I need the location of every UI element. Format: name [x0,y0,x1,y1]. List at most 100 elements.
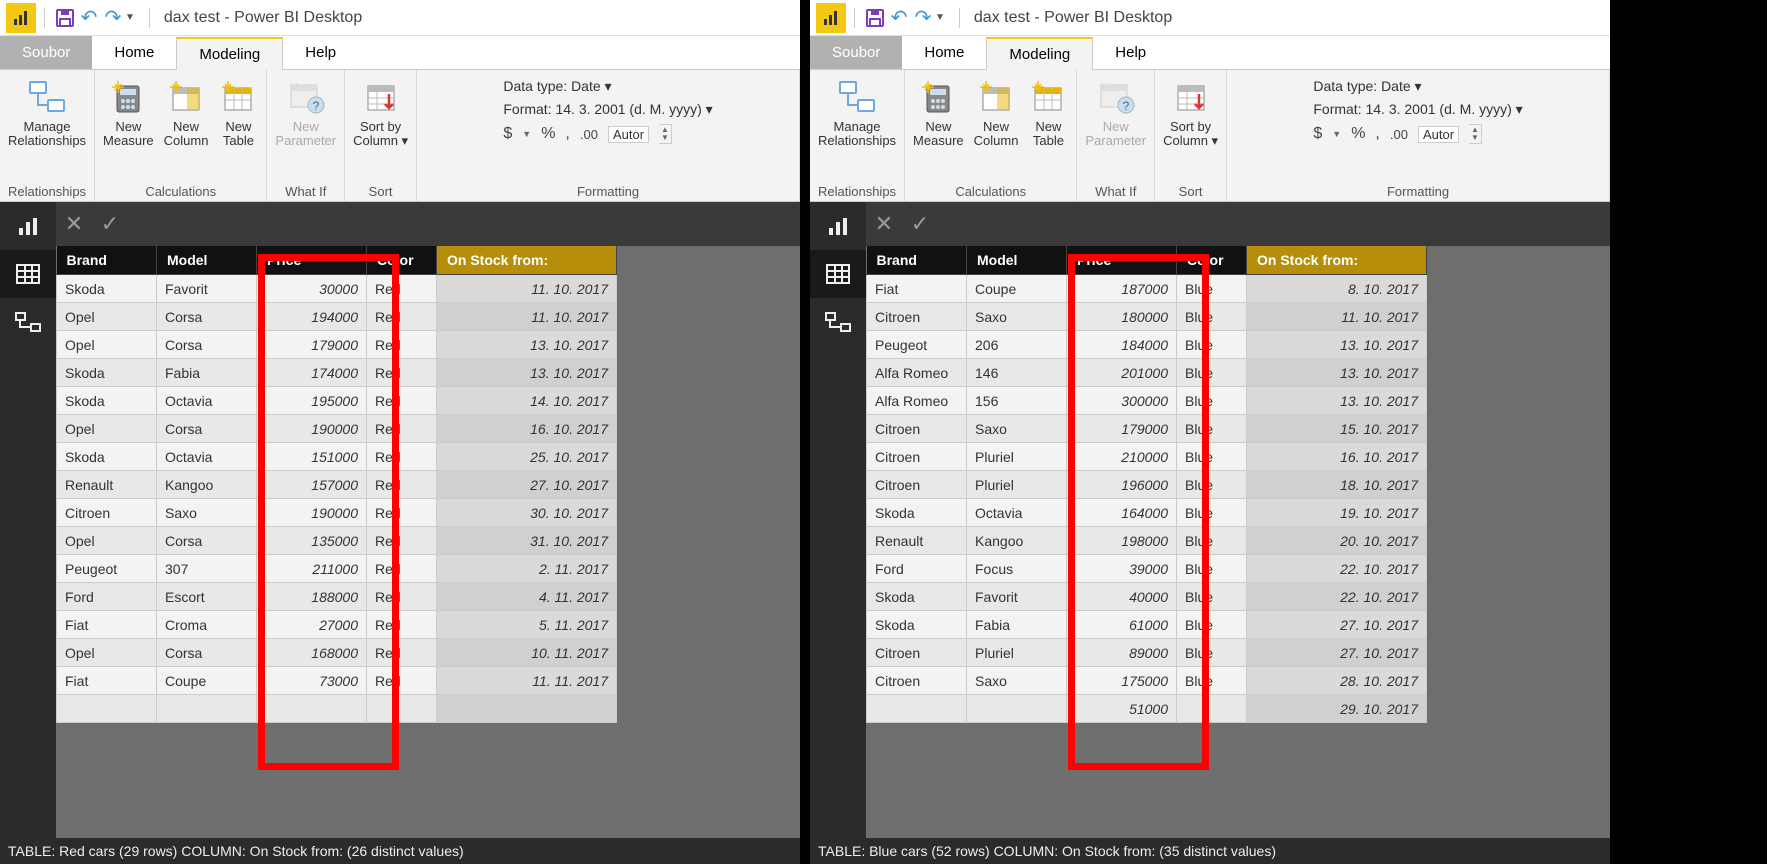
table-cell[interactable]: 179000 [257,331,367,359]
table-cell[interactable]: Peugeot [57,555,157,583]
table-cell[interactable]: 13. 10. 2017 [437,331,617,359]
table-cell[interactable]: 13. 10. 2017 [1247,387,1427,415]
data-type-selector[interactable]: Data type: Date ▾ [1313,78,1522,95]
formula-accept-button[interactable]: ✓ [92,202,128,246]
table-cell[interactable]: Red [367,667,437,695]
format-selector[interactable]: Format: 14. 3. 2001 (d. M. yyyy) ▾ [1313,101,1522,118]
table-row[interactable]: SkodaOctavia195000Red14. 10. 2017 [57,387,617,415]
table-cell[interactable]: Blue [1177,415,1247,443]
table-cell[interactable]: Citroen [867,639,967,667]
table-cell[interactable]: 16. 10. 2017 [1247,443,1427,471]
table-cell[interactable]: Red [367,275,437,303]
table-cell[interactable]: 30000 [257,275,367,303]
nav-report[interactable] [810,202,866,250]
table-cell[interactable]: Skoda [57,387,157,415]
table-cell[interactable]: 164000 [1067,499,1177,527]
table-row[interactable]: Alfa Romeo146201000Blue13. 10. 2017 [867,359,1427,387]
table-cell[interactable]: 135000 [257,527,367,555]
table-cell[interactable]: 198000 [1067,527,1177,555]
table-row[interactable]: Alfa Romeo156300000Blue13. 10. 2017 [867,387,1427,415]
table-cell[interactable]: 11. 10. 2017 [437,303,617,331]
table-cell[interactable]: Coupe [157,667,257,695]
table-cell[interactable]: Blue [1177,639,1247,667]
table-cell[interactable]: 73000 [257,667,367,695]
table-row[interactable]: FiatCoupe73000Red11. 11. 2017 [57,667,617,695]
data-type-selector[interactable]: Data type: Date ▾ [503,78,712,95]
table-row[interactable]: OpelCorsa190000Red16. 10. 2017 [57,415,617,443]
table-cell[interactable] [1177,695,1247,723]
table-cell[interactable]: 188000 [257,583,367,611]
table-cell[interactable]: 61000 [1067,611,1177,639]
save-button[interactable] [53,8,77,28]
nav-report[interactable] [0,202,56,250]
table-cell[interactable]: 29. 10. 2017 [1247,695,1427,723]
format-selector[interactable]: Format: 14. 3. 2001 (d. M. yyyy) ▾ [503,101,712,118]
table-cell[interactable]: Saxo [967,667,1067,695]
table-cell[interactable] [967,695,1067,723]
formula-input[interactable] [128,209,800,239]
table-row[interactable]: CitroenPluriel196000Blue18. 10. 2017 [867,471,1427,499]
table-cell[interactable]: 5. 11. 2017 [437,611,617,639]
table-cell[interactable]: Octavia [157,387,257,415]
table-cell[interactable]: 175000 [1067,667,1177,695]
table-cell[interactable]: 168000 [257,639,367,667]
table-cell[interactable]: 201000 [1067,359,1177,387]
table-cell[interactable]: Blue [1177,555,1247,583]
table-cell[interactable]: 211000 [257,555,367,583]
redo-button[interactable]: ↷ [911,5,935,30]
table-cell[interactable]: Renault [57,471,157,499]
auto-decimals-input[interactable]: Autor [608,126,649,143]
table-row[interactable]: 51000 29. 10. 2017 [867,695,1427,723]
table-cell[interactable]: Octavia [967,499,1067,527]
manage-relationships-button[interactable]: ManageRelationships [8,78,86,149]
sort-by-column-button[interactable]: Sort byColumn ▾ [353,78,408,149]
table-cell[interactable]: Red [367,639,437,667]
table-cell[interactable]: Corsa [157,331,257,359]
table-cell[interactable]: Alfa Romeo [867,359,967,387]
tab-help[interactable]: Help [283,36,358,69]
table-cell[interactable]: Citroen [867,471,967,499]
table-cell[interactable]: 13. 10. 2017 [1247,359,1427,387]
table-row[interactable]: CitroenSaxo180000Blue11. 10. 2017 [867,303,1427,331]
table-cell[interactable]: 4. 11. 2017 [437,583,617,611]
table-row[interactable]: CitroenPluriel89000Blue27. 10. 2017 [867,639,1427,667]
table-cell[interactable]: Escort [157,583,257,611]
table-cell[interactable]: Renault [867,527,967,555]
table-cell[interactable]: Focus [967,555,1067,583]
table-cell[interactable]: Kangoo [157,471,257,499]
table-cell[interactable] [57,695,157,723]
table-cell[interactable]: 27000 [257,611,367,639]
table-cell[interactable]: 13. 10. 2017 [437,359,617,387]
tab-home[interactable]: Home [92,36,176,69]
tab-modeling[interactable]: Modeling [176,37,283,70]
table-cell[interactable]: Red [367,611,437,639]
table-row[interactable]: SkodaFabia174000Red13. 10. 2017 [57,359,617,387]
comma-button[interactable]: , [565,125,569,143]
column-header[interactable]: Model [157,246,257,275]
table-cell[interactable] [437,695,617,723]
table-cell[interactable] [257,695,367,723]
table-cell[interactable]: 195000 [257,387,367,415]
table-cell[interactable]: Red [367,443,437,471]
table-cell[interactable]: Octavia [157,443,257,471]
table-cell[interactable]: 19. 10. 2017 [1247,499,1427,527]
new-table-button[interactable]: NewTable [218,78,258,149]
table-cell[interactable]: Fabia [967,611,1067,639]
table-row[interactable]: RenaultKangoo157000Red27. 10. 2017 [57,471,617,499]
column-header[interactable]: On Stock from: [1247,246,1427,275]
table-cell[interactable]: 174000 [257,359,367,387]
table-row[interactable] [57,695,617,723]
table-cell[interactable]: Pluriel [967,443,1067,471]
formula-cancel-button[interactable]: ✕ [866,202,902,246]
table-row[interactable]: SkodaFabia61000Blue27. 10. 2017 [867,611,1427,639]
table-cell[interactable]: 51000 [1067,695,1177,723]
column-header[interactable]: Model [967,246,1067,275]
table-cell[interactable] [867,695,967,723]
table-cell[interactable]: 156 [967,387,1067,415]
table-row[interactable]: FiatCoupe187000Blue8. 10. 2017 [867,275,1427,303]
table-cell[interactable]: Blue [1177,499,1247,527]
new-table-button[interactable]: NewTable [1028,78,1068,149]
new-measure-button[interactable]: NewMeasure [913,78,964,149]
table-row[interactable]: CitroenPluriel210000Blue16. 10. 2017 [867,443,1427,471]
table-cell[interactable]: Blue [1177,527,1247,555]
